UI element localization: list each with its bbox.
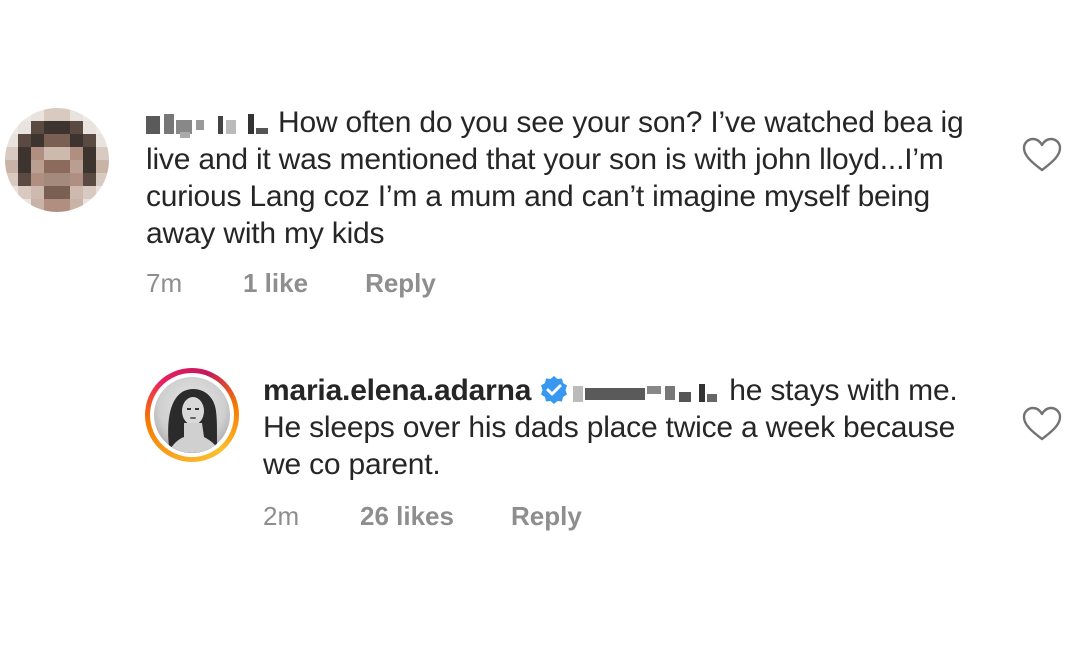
username[interactable]: maria.elena.adarna	[263, 374, 531, 407]
heart-icon[interactable]	[1022, 137, 1062, 173]
comment-time: 2m	[263, 501, 300, 531]
redacted-username[interactable]	[146, 110, 274, 138]
heart-icon[interactable]	[1022, 406, 1062, 442]
pixelated-avatar-icon[interactable]	[5, 108, 109, 212]
portrait-image	[168, 389, 220, 453]
reply-button[interactable]: Reply	[511, 501, 582, 532]
comment: maria.elena.adarna he stays with me. He …	[0, 365, 1080, 565]
comment-text-block: maria.elena.adarna he stays with me. He …	[263, 372, 983, 483]
comment-meta: 7m 1 like Reply	[146, 268, 436, 299]
comment-text-block: How often do you see your son? I’ve watc…	[146, 104, 976, 252]
like-count[interactable]: 1 like	[243, 268, 308, 299]
comment: How often do you see your son? I’ve watc…	[0, 100, 1080, 310]
verified-badge-icon	[541, 376, 568, 404]
like-count[interactable]: 26 likes	[360, 501, 454, 532]
story-ring-avatar-icon[interactable]	[145, 368, 239, 462]
redacted-mention[interactable]	[573, 378, 725, 404]
reply-button[interactable]: Reply	[365, 268, 436, 299]
comment-time: 7m	[146, 268, 183, 298]
comment-meta: 2m 26 likes Reply	[263, 501, 582, 532]
